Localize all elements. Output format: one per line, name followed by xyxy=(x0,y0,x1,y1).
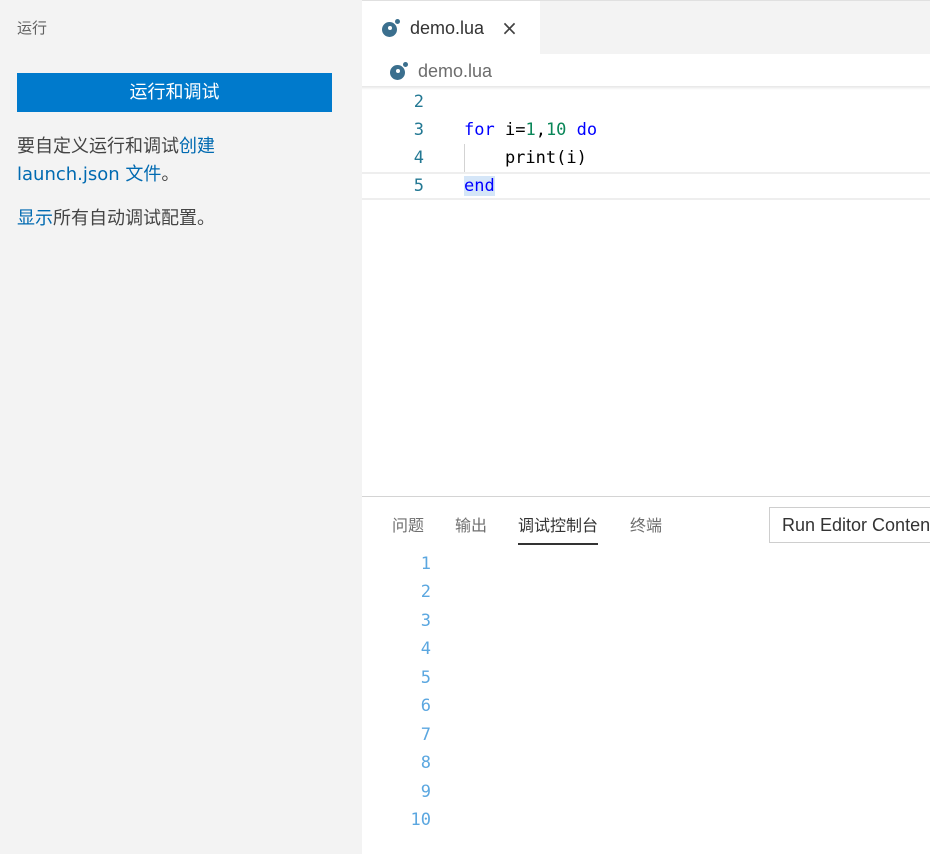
code-line: 4 print(i) xyxy=(362,144,930,172)
tab-output[interactable]: 输出 xyxy=(455,515,487,545)
create-link[interactable]: 创建 xyxy=(179,136,215,157)
console-line-number: 8 xyxy=(420,753,431,773)
code-line: 3 for i=1,10 do xyxy=(362,116,930,144)
console-line-number: 2 xyxy=(420,582,431,602)
line-number: 4 xyxy=(413,148,424,168)
help-suffix: 。 xyxy=(161,164,180,185)
console-line-number: 7 xyxy=(420,725,431,745)
console-line-number: 5 xyxy=(420,668,431,688)
code-area[interactable]: 2 3 for i=1,10 do 4 print(i) 5 end xyxy=(362,86,930,496)
tab-debug-console[interactable]: 调试控制台 xyxy=(518,515,599,545)
lua-icon xyxy=(382,19,400,37)
line-number: 3 xyxy=(413,120,424,140)
keyword: do xyxy=(576,120,598,140)
console-line-number: 6 xyxy=(420,696,431,716)
launch-help-text: 要自定义运行和调试创建 launch.json 文件。 xyxy=(17,133,347,189)
sidebar: 运行 运行和调试 要自定义运行和调试创建 launch.json 文件。 显示所有… xyxy=(0,0,362,854)
close-icon[interactable]: × xyxy=(501,18,518,38)
breadcrumb[interactable]: demo.lua xyxy=(390,58,492,84)
editor: demo.lua × demo.lua 2 3 for i=1,10 do 4 … xyxy=(362,0,930,496)
line-text: for i=1,10 do xyxy=(464,116,597,144)
console-line-number: 9 xyxy=(420,782,431,802)
console-line-number: 1 xyxy=(420,554,431,574)
line-number: 5 xyxy=(413,176,424,196)
number-literal: 10 xyxy=(545,120,567,140)
sidebar-title: 运行 xyxy=(17,19,48,37)
tab-demo-lua[interactable]: demo.lua × xyxy=(362,1,540,55)
tab-label: demo.lua xyxy=(410,17,485,38)
keyword: for xyxy=(464,120,495,140)
tab-problems[interactable]: 问题 xyxy=(392,515,424,545)
code-text: , xyxy=(535,120,546,140)
run-and-debug-button[interactable]: 运行和调试 xyxy=(17,73,332,112)
line-text: print(i) xyxy=(464,148,587,168)
show-all-text: 所有自动调试配置。 xyxy=(53,208,215,229)
line-text: end xyxy=(464,174,495,198)
keyword: end xyxy=(464,176,495,196)
breadcrumb-label: demo.lua xyxy=(418,60,493,81)
code-line: 2 xyxy=(362,88,930,116)
editor-tabbar: demo.lua × xyxy=(362,0,930,55)
bottom-panel: 问题 输出 调试控制台 终端 Run Editor Contents 1 2 3… xyxy=(362,496,930,854)
launch-json-link[interactable]: launch.json 文件 xyxy=(17,164,161,185)
code-text: i= xyxy=(494,120,526,140)
tab-terminal[interactable]: 终端 xyxy=(630,515,662,545)
console-line-number: 4 xyxy=(420,639,431,659)
console-line-number: 3 xyxy=(420,611,431,631)
run-config-select[interactable]: Run Editor Contents xyxy=(769,507,930,543)
current-code-line: 5 end xyxy=(362,172,930,200)
lua-icon xyxy=(390,62,408,80)
line-number: 2 xyxy=(413,92,424,112)
console-line-number: 10 xyxy=(410,810,431,830)
help-prefix: 要自定义运行和调试 xyxy=(17,136,179,157)
show-all-configs: 显示所有自动调试配置。 xyxy=(17,205,215,233)
show-link[interactable]: 显示 xyxy=(17,208,53,229)
number-literal: 1 xyxy=(525,120,536,140)
